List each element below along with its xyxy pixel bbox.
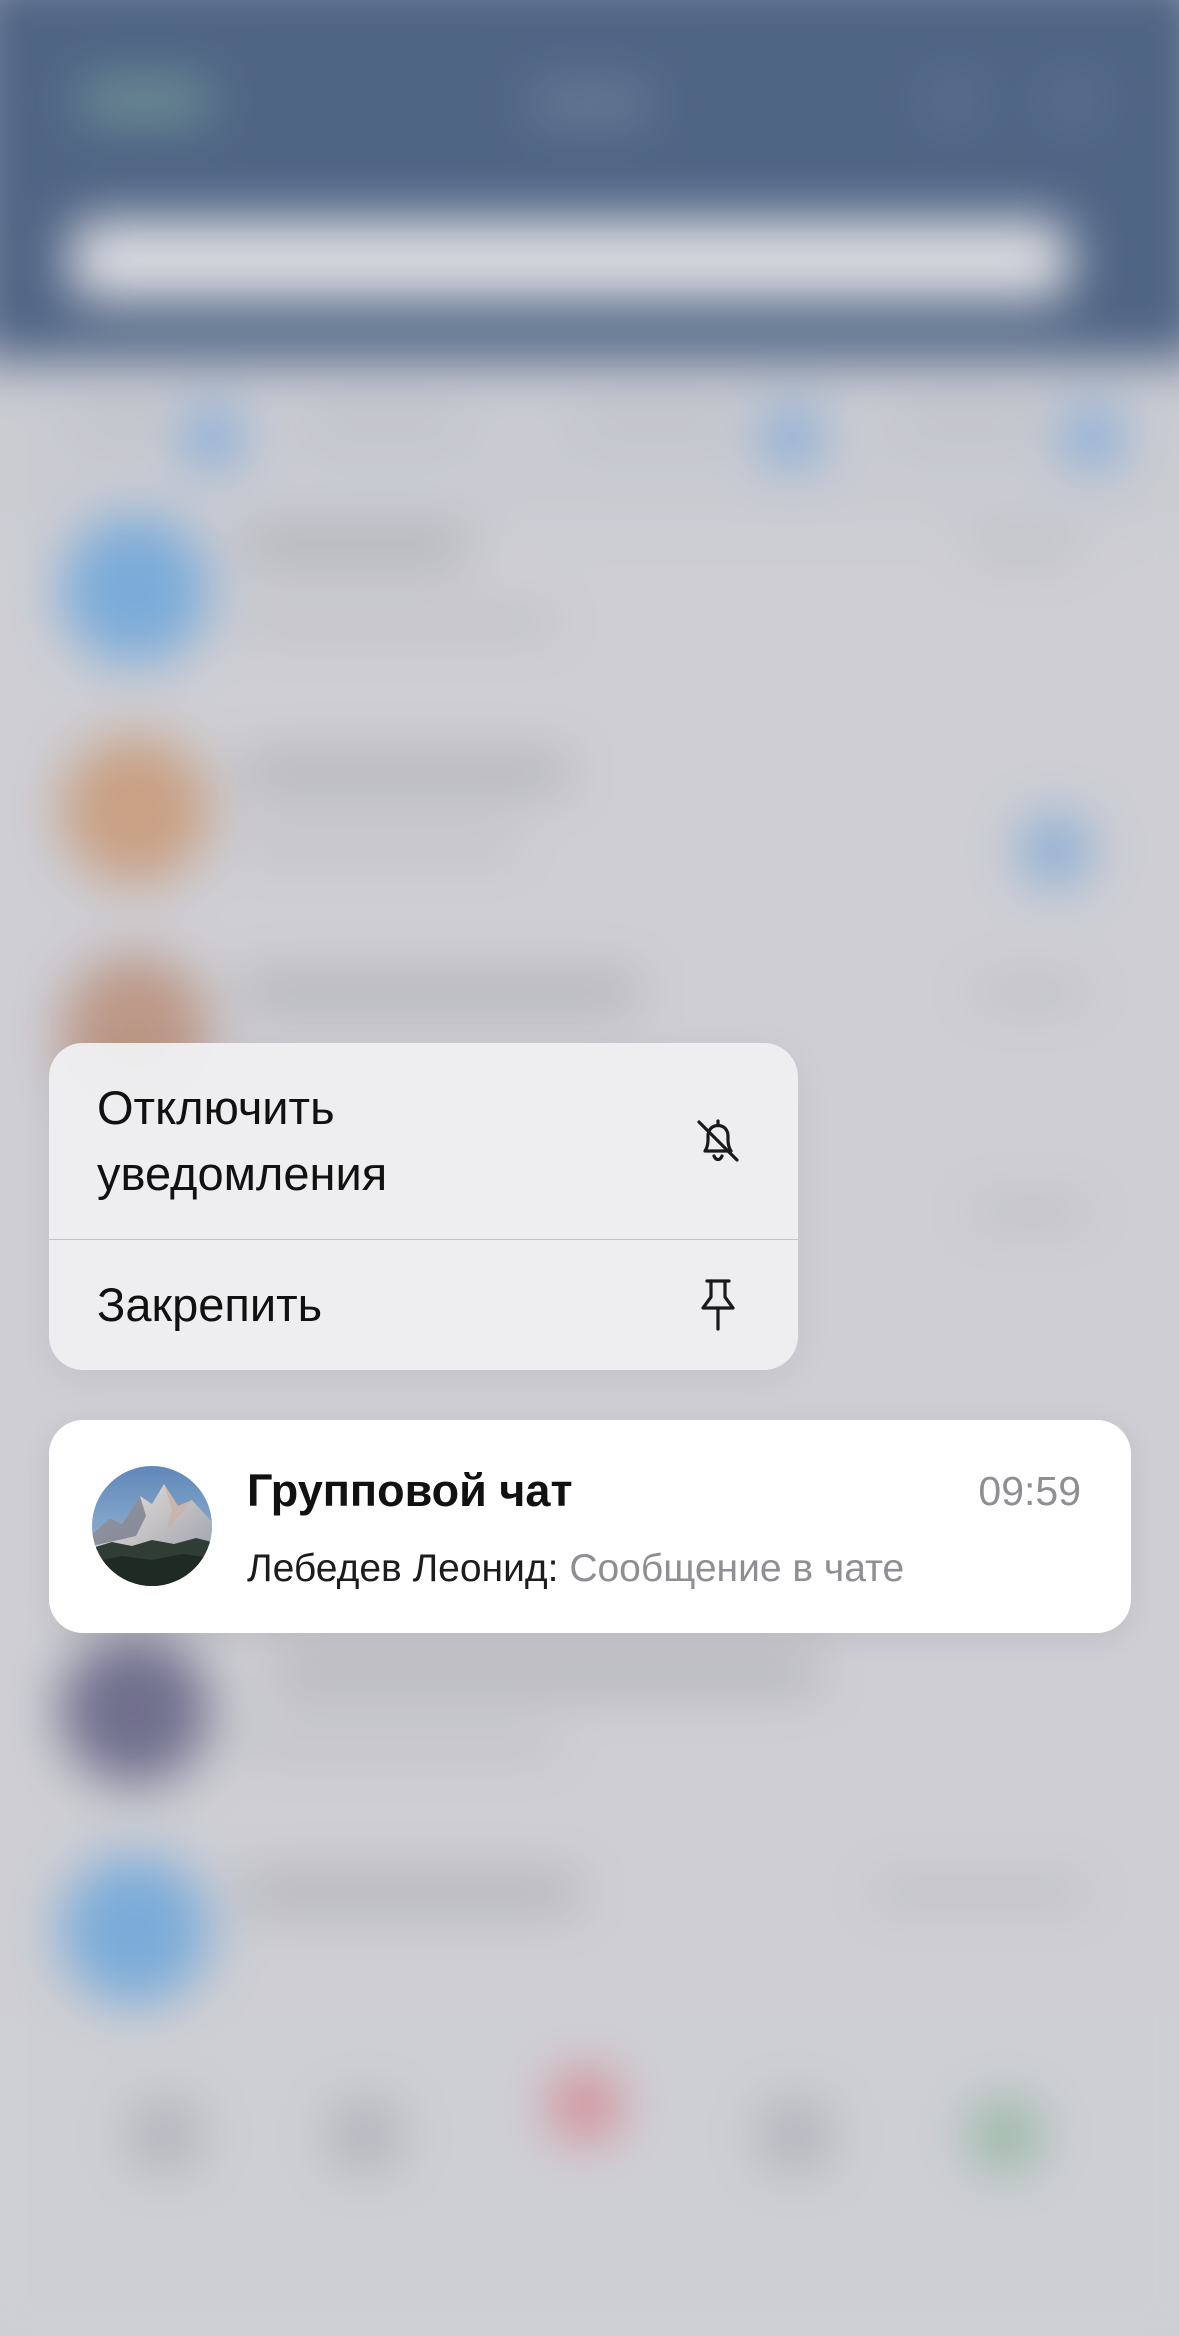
mountain-avatar [92,1466,212,1586]
mute-label-line2: уведомления [97,1147,388,1200]
mute-notifications-menu-item[interactable]: Отключить уведомления [49,1043,798,1239]
mute-label-line1: Отключить [97,1081,335,1134]
chat-sender: Лебедев Леонид: [247,1547,559,1590]
chat-timestamp: 09:59 [978,1468,1081,1514]
bell-slash-icon [688,1111,748,1171]
pin-label: Закрепить [97,1278,323,1331]
mute-notifications-label: Отключить уведомления [97,1075,617,1207]
chat-last-message: Сообщение в чате [569,1547,905,1590]
pin-icon [688,1275,748,1335]
chat-preview: Лебедев Леонид: Сообщение в чате [247,1544,904,1594]
pin-menu-item[interactable]: Закрепить [49,1240,798,1370]
chat-title: Групповой чат [247,1465,573,1516]
context-menu: Отключить уведомления Закрепить [49,1043,798,1370]
chat-list-item[interactable]: Групповой чат 09:59 Лебедев Леонид: Сооб… [49,1420,1131,1633]
